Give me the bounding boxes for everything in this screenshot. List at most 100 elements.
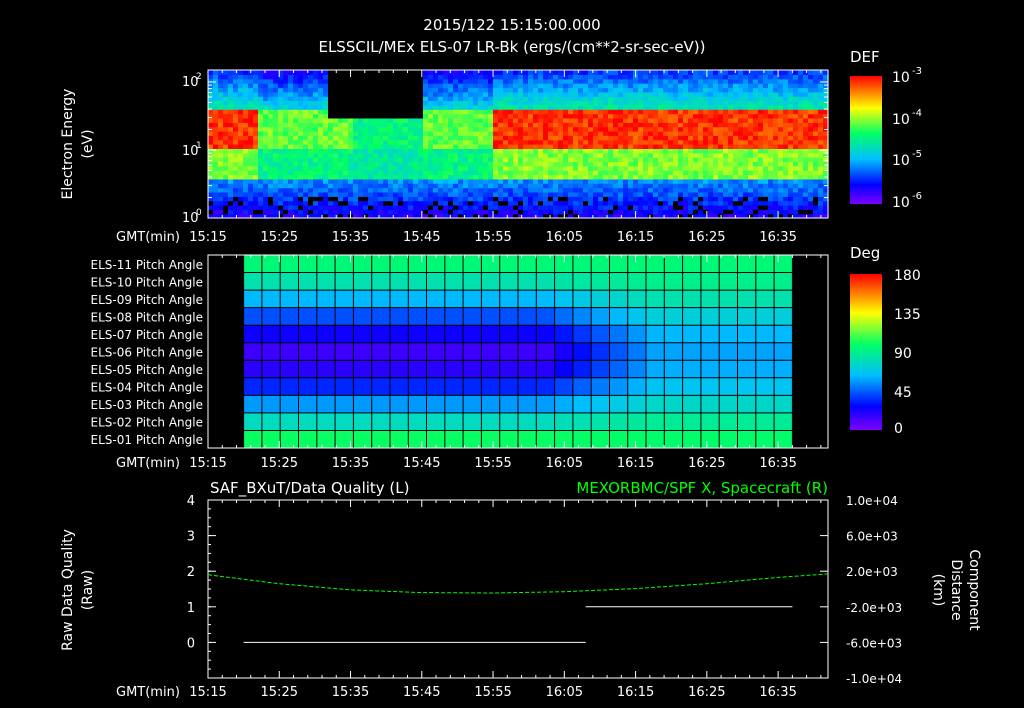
spectrogram-cell [278,117,284,123]
spectrogram-cell [248,174,254,180]
spectrogram-cell [508,117,514,123]
spectrogram-cell [733,157,739,163]
spectrogram-cell [428,87,434,93]
spectrogram-cell [608,165,614,171]
spectrogram-cell [513,130,519,136]
spectrogram-cell [623,74,629,80]
spectrogram-cell [258,196,264,202]
spectrogram-cell [283,109,289,115]
spectrogram-cell [813,113,819,119]
spectrogram-cell [608,109,614,115]
spectrogram-cell [688,135,694,141]
spectrogram-cell [443,78,449,84]
spectrogram-cell [533,183,539,189]
spectrogram-cell [318,174,324,180]
spectrogram-cell [698,148,704,154]
spectrogram-cell [233,178,239,184]
spectrogram-cell [483,100,489,106]
spectrogram-cell [638,104,644,110]
spectrogram-cell [748,191,754,197]
pitch-angle-cell [408,272,428,291]
spectrogram-cell [573,161,579,167]
spectrogram-cell [503,83,509,89]
spectrogram-cell [448,78,454,84]
spectrogram-cell [328,191,334,197]
spectrogram-cell [663,126,669,132]
spectrogram-cell [273,191,279,197]
spectrogram-cell [688,196,694,202]
spectrogram-cell [783,200,789,206]
spectrogram-cell [213,74,219,80]
spectrogram-cell [383,126,389,132]
spectrogram-cell [408,174,414,180]
spectrogram-cell [438,178,444,184]
pitch-angle-cell [499,412,519,431]
spectrogram-cell [233,139,239,145]
spectrogram-cell [288,122,294,128]
spectrogram-cell [328,130,334,136]
spectrogram-cell [273,74,279,80]
spectrogram-cell [498,70,504,75]
spectrogram-cell [378,135,384,141]
spectrogram-cell [303,204,309,210]
spectrogram-cell [578,204,584,210]
spectrogram-cell [378,78,384,84]
spectrogram-cell [673,100,679,106]
spectrogram-cell [543,117,549,123]
spectrogram-cell [568,104,574,110]
spectrogram-cell [683,96,689,102]
spectrogram-cell [208,100,214,106]
spectrogram-cell [268,183,274,189]
spectrogram-cell [753,209,759,215]
pitch-angle-cell [554,377,574,396]
spectrogram-cell [768,144,774,149]
spectrogram-cell [508,191,514,197]
spectrogram-cell [243,70,249,75]
spectrogram-cell [543,157,549,163]
spectrogram-cell [388,200,394,206]
spectrogram-cell [233,91,239,97]
spectrogram-cell [553,87,559,93]
spectrogram-cell [383,196,389,202]
spectrogram-cell [713,126,719,132]
spectrogram-cell [488,152,494,158]
spectrogram-cell [353,148,359,154]
spectrogram-cell [263,87,269,93]
spectrogram-cell [243,196,249,202]
spectrogram-cell [633,148,639,154]
spectrogram-cell [273,139,279,145]
spectrogram-cell [483,183,489,189]
spectrogram-cell [818,200,824,206]
spectrogram-cell [253,152,259,158]
pitch-angle-cell [518,272,537,291]
spectrogram-cell [573,122,579,128]
spectrogram-cell [663,117,669,123]
spectrogram-cell [663,196,669,202]
spectrogram-cell [743,144,749,149]
spectrogram-cell [648,196,654,202]
spectrogram-cell [588,174,594,180]
spectrogram-cell [343,109,349,115]
spectrogram-cell [783,122,789,128]
spectrogram-cell [353,109,359,115]
pitch-angle-cell [371,290,391,309]
spectrogram-cell [718,139,724,145]
spectrogram-cell [223,200,229,206]
spectrogram-cell [638,187,644,193]
spectrogram-cell [508,178,514,184]
spectrogram-cell [673,178,679,184]
spectrogram-cell [683,144,689,149]
spectrogram-cell [488,148,494,154]
spectrogram-cell [603,117,609,123]
spectrogram-cell [618,157,624,163]
spectrogram-cell [318,83,324,89]
spectrogram-cell [723,83,729,89]
pitch-angle-cell [499,360,519,379]
spectrogram-cell [383,144,389,149]
spectrogram-cell [763,187,769,193]
spectrogram-cell [313,148,319,154]
spectrogram-cell [413,104,419,110]
spectrogram-cell [593,144,599,149]
spectrogram-cell [428,161,434,167]
spectrogram-cell [643,100,649,106]
